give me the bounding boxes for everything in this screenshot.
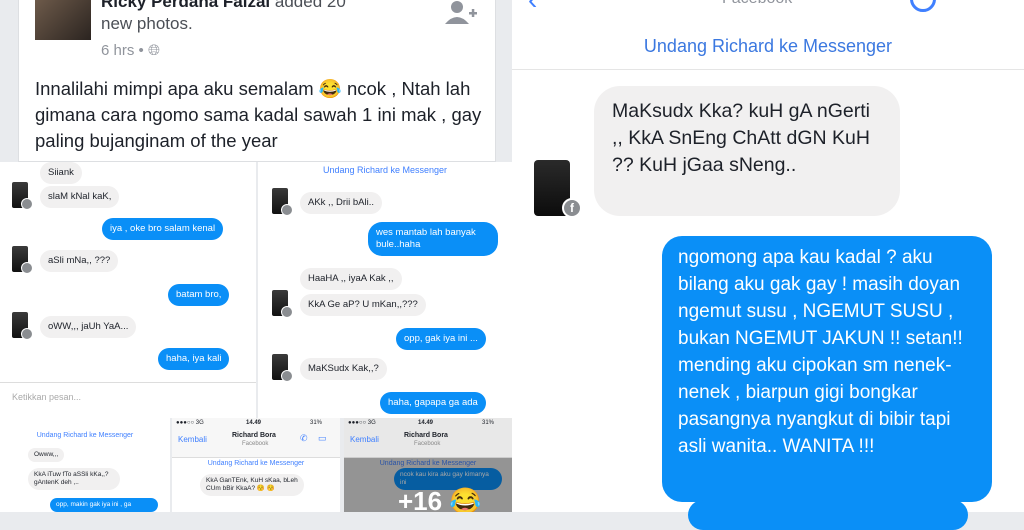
message-bubble: MaKSudx Kak,,? xyxy=(300,358,387,380)
back-button[interactable]: Kembali xyxy=(350,435,379,444)
message-bubble: KkA GanTEnk, KuH sKaa, bLeh CUm bBir Kka… xyxy=(200,474,304,496)
author-name[interactable]: Ricky Perdana Faizal xyxy=(101,0,270,11)
contact-avatar xyxy=(12,312,33,340)
facebook-post: Ricky Perdana Faizal added 20 new photos… xyxy=(0,0,512,512)
message-bubble: opp, gak iya ini ... xyxy=(396,328,486,350)
contact-avatar xyxy=(12,246,33,274)
back-chevron-icon[interactable]: ‹ xyxy=(528,0,537,16)
message-bubble: haha, iya kali xyxy=(158,348,230,370)
invite-link[interactable]: Undang Richard ke Messenger xyxy=(0,432,170,439)
carrier: ●●●○○ 3G xyxy=(348,420,376,426)
timestamp[interactable]: 6 hrs xyxy=(101,42,134,59)
header-label: Facebook xyxy=(722,0,792,8)
message-bubble: haha, gapapa ga ada xyxy=(380,392,486,414)
message-bubble: batam bro, xyxy=(168,284,230,306)
author-avatar[interactable] xyxy=(35,0,91,40)
post-card: Ricky Perdana Faizal added 20 new photos… xyxy=(18,0,496,162)
sent-message: ngomong apa kau kadal ? aku bilang aku g… xyxy=(662,236,992,502)
invite-link[interactable]: Undang Richard ke Messenger xyxy=(258,165,512,175)
status-time: 14.49 xyxy=(246,420,262,426)
message-bubble: wes mantab lah banyak bule..haha xyxy=(368,222,498,256)
big-chat-screenshot: ‹ Facebook Undang Richard ke Messenger M… xyxy=(512,0,1024,530)
message-bubble: iya , oke bro salam kenal xyxy=(102,218,224,240)
dot-separator: • xyxy=(138,42,148,59)
message-bubble: oWW,,, jaUh YaA... xyxy=(40,316,137,338)
message-bubble: KkA Ge aP? U mKan,,??? xyxy=(300,294,426,316)
message-bubble: HaaHA ,, iyaA Kak ,, xyxy=(300,268,402,290)
chat-screenshot-2: Undang Richard ke Messenger AKk ,, Drii … xyxy=(258,162,512,418)
post-time: 6 hrs • 🌐︎ xyxy=(101,42,160,59)
message-bubble: AKk ,, Drii bAli.. xyxy=(300,192,382,214)
message-bubble: opp, makin gak iya ini , ga xyxy=(50,498,158,512)
back-button[interactable]: Kembali xyxy=(178,435,207,444)
invite-link[interactable]: Undang Richard ke Messenger xyxy=(172,460,340,467)
post-header: Ricky Perdana Faizal added 20 xyxy=(101,0,346,12)
message-input[interactable]: Ketikkan pesan... xyxy=(0,382,256,418)
phone-icon[interactable] xyxy=(910,0,936,12)
battery: 31% xyxy=(482,420,495,426)
received-message: MaKsudx Kka? kuH gA nGerti ,, KkA SnEng … xyxy=(594,86,900,216)
status-time: 14.49 xyxy=(418,420,434,426)
contact-avatar xyxy=(272,354,293,382)
ios-header: ●●●○○ 3G 14.49 31% Kembali Richard Bora … xyxy=(172,418,340,458)
contact-avatar xyxy=(272,188,293,216)
next-sent-message xyxy=(688,500,968,530)
message-bubble: slaM kNal kaK, xyxy=(40,186,120,208)
contact-avatar xyxy=(12,182,33,210)
battery: 31% xyxy=(310,420,323,426)
add-friend-icon[interactable] xyxy=(445,0,477,24)
post-action: added 20 xyxy=(274,0,346,11)
message-bubble: Owww,,, xyxy=(28,448,65,462)
message-bubble: aSli mNa,, ??? xyxy=(40,250,119,272)
message-bubble: Siiank xyxy=(40,162,82,184)
contact-name: Richard Bora xyxy=(232,432,276,439)
globe-icon: 🌐︎ xyxy=(147,42,160,59)
invite-link[interactable]: Undang Richard ke Messenger xyxy=(512,36,1024,57)
carrier: ●●●○○ 3G xyxy=(176,420,204,426)
thumbnail-2[interactable]: ●●●○○ 3G 14.49 31% Kembali Richard Bora … xyxy=(172,418,340,512)
contact-avatar xyxy=(272,290,293,318)
phone-icon[interactable]: ✆ xyxy=(300,433,308,444)
chat-header: ‹ Facebook Undang Richard ke Messenger xyxy=(512,0,1024,70)
chat-screenshot-1: Siiank slaM kNal kaK, iya , oke bro sala… xyxy=(0,162,256,382)
contact-sub: Facebook xyxy=(242,441,269,447)
contact-sub: Facebook xyxy=(414,441,441,447)
contact-name: Richard Bora xyxy=(404,432,448,439)
post-text: Innalilahi mimpi apa aku semalam 😂 ncok … xyxy=(35,78,482,151)
ios-header: ●●●○○ 3G 14.49 31% Kembali Richard Bora … xyxy=(344,418,512,458)
facebook-badge-icon: f xyxy=(562,198,582,218)
video-icon[interactable]: ▭ xyxy=(318,433,327,444)
post-action-cont: new photos. xyxy=(101,14,193,33)
thumbnail-3[interactable]: ●●●○○ 3G 14.49 31% Kembali Richard Bora … xyxy=(344,418,512,512)
thumbnail-1[interactable]: Undang Richard ke Messenger Owww,,, KkA … xyxy=(0,418,170,512)
message-bubble: KkA iTuw fTo aSSli kKa,,? gAntenK deh ,.… xyxy=(28,468,120,490)
more-photos-count[interactable]: +16 😂 xyxy=(398,486,482,512)
